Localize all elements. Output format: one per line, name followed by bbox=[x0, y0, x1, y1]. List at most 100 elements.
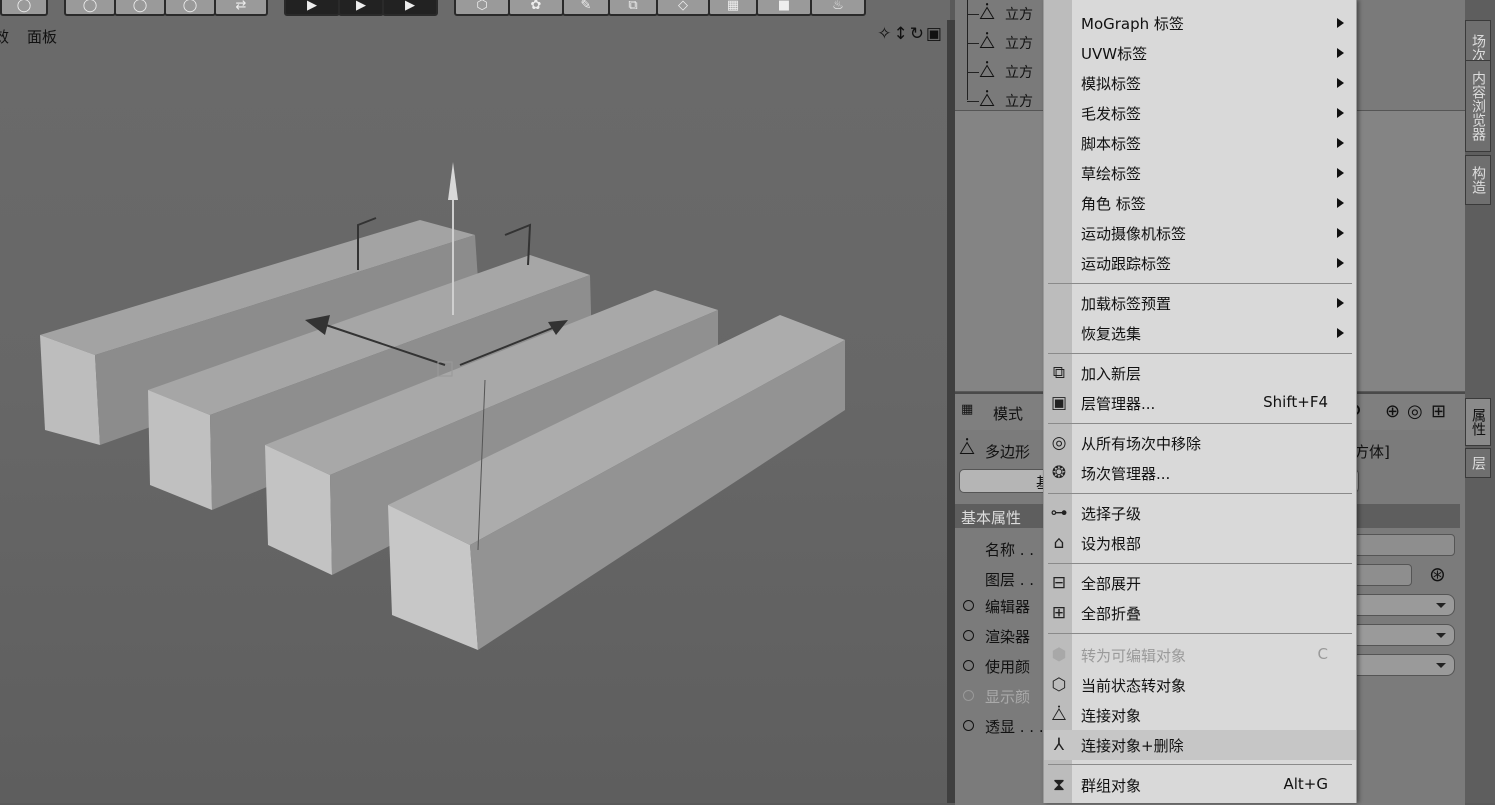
make-editable-icon: ⬢ bbox=[1051, 645, 1067, 665]
menu-item-label: 层管理器... bbox=[1081, 395, 1156, 413]
cube-tool-button[interactable]: ⬡ bbox=[454, 0, 510, 16]
renderer-visibility-dropdown[interactable] bbox=[1350, 624, 1455, 646]
row-display-color-label: 显示颜 bbox=[985, 688, 1031, 706]
side-tab-attributes[interactable]: 属性 bbox=[1465, 398, 1491, 446]
menu-item-group-objects[interactable]: ⧗ 群组对象 Alt+G bbox=[1044, 770, 1356, 800]
radio-renderer[interactable] bbox=[963, 630, 974, 641]
play-button-3[interactable]: ▶ bbox=[382, 0, 438, 16]
polygon-object-icon: ⧊ bbox=[979, 61, 996, 82]
menu-item-shortcut: C bbox=[1317, 645, 1328, 663]
menu-item-current-state-to-object[interactable]: ⬡ 当前状态转对象 bbox=[1044, 670, 1356, 700]
menu-item-label: 设为根部 bbox=[1081, 535, 1142, 553]
tree-branch bbox=[967, 101, 979, 102]
submenu-arrow-icon bbox=[1337, 198, 1344, 208]
light-tool-button[interactable]: ♨ bbox=[810, 0, 866, 16]
menu-item-take-manager[interactable]: ❂ 场次管理器... bbox=[1044, 458, 1356, 488]
menu-item-label: 从所有场次中移除 bbox=[1081, 435, 1202, 453]
deformer-tool-button[interactable]: ◇ bbox=[656, 0, 710, 16]
play-button-2[interactable]: ▶ bbox=[338, 0, 384, 16]
array-tool-button[interactable]: ⧉ bbox=[608, 0, 658, 16]
polygon-object-icon: ⧊ bbox=[959, 438, 976, 459]
viewport-divider[interactable] bbox=[947, 20, 955, 803]
new-window-icon[interactable]: ⊞ bbox=[1431, 401, 1446, 422]
menu-item-label: 选择子级 bbox=[1081, 505, 1142, 523]
context-menu: MoGraph 标签 UVW标签 模拟标签 毛发标签 脚本标签 草绘标签 角色 … bbox=[1043, 0, 1357, 803]
menu-item-mograph-tags[interactable]: MoGraph 标签 bbox=[1044, 8, 1356, 38]
submenu-arrow-icon bbox=[1337, 108, 1344, 118]
side-tab-structure[interactable]: 构造 bbox=[1465, 155, 1491, 205]
row-use-color-label: 使用颜 bbox=[985, 658, 1031, 676]
nurbs-tool-button[interactable]: ✎ bbox=[562, 0, 610, 16]
row-xray-label: 透显 . . . bbox=[985, 718, 1044, 736]
tree-item-cube-2[interactable]: ⧊ 立方 bbox=[955, 29, 1055, 55]
editor-visibility-dropdown[interactable] bbox=[1350, 594, 1455, 616]
menu-item-label: 加入新层 bbox=[1081, 365, 1142, 383]
pick-cursor-icon[interactable]: ⊛ bbox=[1429, 562, 1446, 586]
camera-tool-button[interactable]: ■ bbox=[756, 0, 812, 16]
menu-item-motion-camera-tags[interactable]: 运动摄像机标签 bbox=[1044, 218, 1356, 248]
name-field[interactable] bbox=[1350, 534, 1455, 556]
mode-menu[interactable]: 模式 bbox=[993, 403, 1023, 424]
menu-item-script-tags[interactable]: 脚本标签 bbox=[1044, 128, 1356, 158]
tree-branch bbox=[967, 43, 979, 44]
radio-editor[interactable] bbox=[963, 600, 974, 611]
menu-item-layer-manager[interactable]: ▣ 层管理器... Shift+F4 bbox=[1044, 388, 1356, 418]
main-toolbar: ◯ ◯ ◯ ◯ ⇄ ▶ ▶ ▶ ⬡ ✿ ✎ ⧉ ◇ ▦ ■ ♨ bbox=[0, 0, 950, 20]
menu-item-load-tag-preset[interactable]: 加载标签预置 bbox=[1044, 288, 1356, 318]
side-tab-layers[interactable]: 层 bbox=[1465, 448, 1491, 478]
toolbar-button-1[interactable]: ◯ bbox=[64, 0, 116, 16]
menu-item-uvw-tags[interactable]: UVW标签 bbox=[1044, 38, 1356, 68]
menu-item-shortcut: Shift+F4 bbox=[1263, 393, 1328, 411]
viewport-navigation-icons[interactable]: ✧↕↻▣ bbox=[877, 24, 944, 44]
tree-item-cube-1[interactable]: ⧊ 立方 bbox=[955, 0, 1055, 26]
menu-item-expand-all[interactable]: ⊟ 全部展开 bbox=[1044, 568, 1356, 598]
menu-item-add-new-layer[interactable]: ⧉ 加入新层 bbox=[1044, 358, 1356, 388]
layer-field[interactable] bbox=[1350, 564, 1412, 586]
menu-item-shortcut: Alt+G bbox=[1283, 775, 1328, 793]
menu-item-label: 模拟标签 bbox=[1081, 75, 1142, 93]
radio-display-color[interactable] bbox=[963, 690, 974, 701]
submenu-arrow-icon bbox=[1337, 138, 1344, 148]
toolbar-button-2[interactable]: ◯ bbox=[114, 0, 166, 16]
menu-item-label: 角色 标签 bbox=[1081, 195, 1146, 213]
radio-use-color[interactable] bbox=[963, 660, 974, 671]
polygon-object-icon: ⧊ bbox=[979, 90, 996, 111]
menu-item-label: 运动跟踪标签 bbox=[1081, 255, 1172, 273]
menu-item-select-children[interactable]: ⊶ 选择子级 bbox=[1044, 498, 1356, 528]
menu-separator bbox=[1048, 563, 1352, 564]
menu-item-restore-selection[interactable]: 恢复选集 bbox=[1044, 318, 1356, 348]
menu-item-simulation-tags[interactable]: 模拟标签 bbox=[1044, 68, 1356, 98]
side-tab-content-browser[interactable]: 内容浏览器 bbox=[1465, 60, 1491, 152]
polygon-object-icon: ⧊ bbox=[979, 3, 996, 24]
toolbar-button-3[interactable]: ◯ bbox=[164, 0, 216, 16]
submenu-arrow-icon bbox=[1337, 78, 1344, 88]
viewport-menu-panel[interactable]: 面板 bbox=[27, 26, 57, 47]
tree-item-cube-3[interactable]: ⧊ 立方 bbox=[955, 58, 1055, 84]
menu-item-character-tags[interactable]: 角色 标签 bbox=[1044, 188, 1356, 218]
menu-item-collapse-all[interactable]: ⊞ 全部折叠 bbox=[1044, 598, 1356, 628]
menu-separator bbox=[1048, 283, 1352, 284]
menu-item-motion-tracking-tags[interactable]: 运动跟踪标签 bbox=[1044, 248, 1356, 278]
menu-separator bbox=[1048, 633, 1352, 634]
toolbar-button-render[interactable]: ◯ bbox=[0, 0, 48, 16]
toolbar-button-4[interactable]: ⇄ bbox=[214, 0, 268, 16]
radio-xray[interactable] bbox=[963, 720, 974, 731]
menu-separator bbox=[1048, 353, 1352, 354]
viewport-menu-display[interactable]: 效 bbox=[0, 26, 9, 47]
menu-item-connect-objects-delete[interactable]: ⅄ 连接对象+删除 bbox=[1044, 730, 1356, 760]
lock-icon[interactable]: ⊕ bbox=[1385, 401, 1400, 422]
use-color-dropdown[interactable] bbox=[1350, 654, 1455, 676]
floor-tool-button[interactable]: ▦ bbox=[708, 0, 758, 16]
menu-item-hair-tags[interactable]: 毛发标签 bbox=[1044, 98, 1356, 128]
3d-viewport[interactable] bbox=[0, 50, 947, 803]
menu-item-connect-objects[interactable]: ⧊ 连接对象 bbox=[1044, 700, 1356, 730]
menu-item-remove-from-all-takes[interactable]: ◎ 从所有场次中移除 bbox=[1044, 428, 1356, 458]
menu-item-set-as-root[interactable]: ⌂ 设为根部 bbox=[1044, 528, 1356, 558]
spline-tool-button[interactable]: ✿ bbox=[508, 0, 564, 16]
side-tab-bar: 场次 内容浏览器 构造 属性 层 bbox=[1465, 0, 1495, 803]
menu-item-make-editable[interactable]: ⬢ 转为可编辑对象 C bbox=[1044, 640, 1356, 670]
play-button-1[interactable]: ▶ bbox=[284, 0, 340, 16]
connect-and-delete-icon: ⅄ bbox=[1053, 735, 1065, 755]
menu-item-sketch-tags[interactable]: 草绘标签 bbox=[1044, 158, 1356, 188]
target-icon[interactable]: ◎ bbox=[1407, 401, 1423, 422]
